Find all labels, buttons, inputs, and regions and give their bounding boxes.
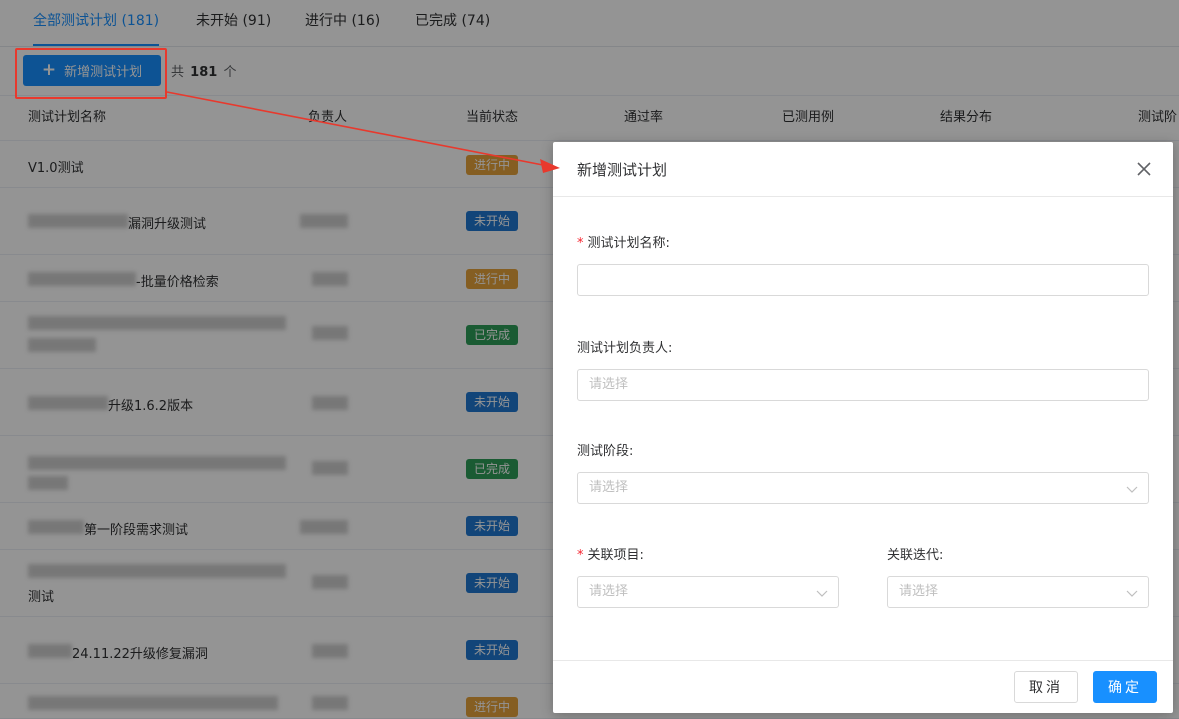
test-stage-select[interactable]: 请选择 xyxy=(577,472,1149,504)
dialog-header: 新增测试计划 xyxy=(553,142,1173,197)
test-stage-placeholder: 请选择 xyxy=(589,480,629,495)
chevron-down-icon xyxy=(816,590,828,597)
plan-owner-select[interactable]: 请选择 xyxy=(577,369,1149,401)
plan-owner-label: 测试计划负责人: xyxy=(577,341,673,356)
chevron-down-icon xyxy=(1126,590,1138,597)
related-iteration-placeholder: 请选择 xyxy=(899,584,939,599)
related-project-label: * 关联项目: xyxy=(577,548,644,563)
related-project-select[interactable]: 请选择 xyxy=(577,576,839,608)
related-iteration-label: 关联迭代: xyxy=(887,548,944,563)
test-stage-label: 测试阶段: xyxy=(577,444,634,459)
plan-name-label: * 测试计划名称: xyxy=(577,236,670,251)
plan-name-input[interactable] xyxy=(577,264,1149,296)
chevron-down-icon xyxy=(1126,486,1138,493)
related-iteration-select[interactable]: 请选择 xyxy=(887,576,1149,608)
close-icon[interactable] xyxy=(1135,160,1153,178)
dialog-footer: 取消 确定 xyxy=(553,660,1173,713)
cancel-button[interactable]: 取消 xyxy=(1014,671,1078,703)
required-mark: * xyxy=(577,548,584,563)
required-mark: * xyxy=(577,236,584,251)
related-project-placeholder: 请选择 xyxy=(589,584,629,599)
new-test-plan-dialog: 新增测试计划 * 测试计划名称: 测试计划负责人: 请选择 测试阶段: 请选择 *… xyxy=(553,142,1173,713)
plan-owner-placeholder: 请选择 xyxy=(589,377,629,392)
confirm-button[interactable]: 确定 xyxy=(1093,671,1157,703)
dialog-title: 新增测试计划 xyxy=(577,161,668,179)
